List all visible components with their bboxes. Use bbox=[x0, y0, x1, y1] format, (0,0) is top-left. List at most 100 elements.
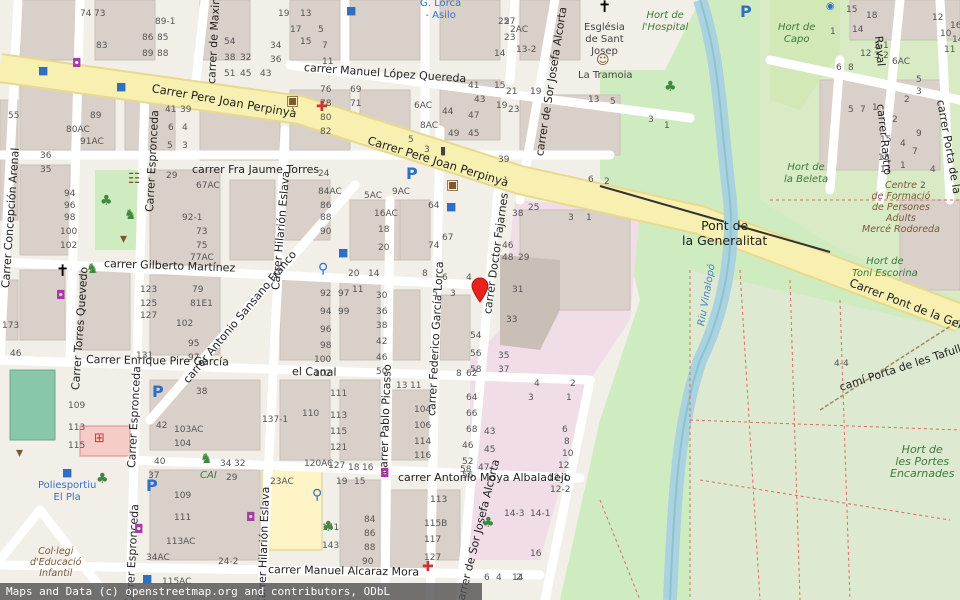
tree-icon[interactable]: ♣ bbox=[664, 80, 677, 94]
tree-icon[interactable]: ♣ bbox=[100, 194, 113, 208]
house-number: 32 bbox=[240, 53, 252, 63]
house-number: 64 bbox=[428, 201, 440, 211]
house-number: 47 bbox=[468, 111, 480, 121]
place-label: La Tramoia bbox=[578, 70, 633, 81]
house-number: 33 bbox=[506, 315, 518, 325]
picnic-icon[interactable]: ▾ bbox=[120, 232, 127, 246]
location-pin-icon[interactable] bbox=[471, 277, 489, 303]
shop-icon[interactable]: ◘ bbox=[246, 510, 256, 524]
house-number: 73 bbox=[196, 227, 208, 237]
bus-stop-icon[interactable]: ■ bbox=[338, 246, 348, 260]
pharmacy-icon[interactable]: ✚ bbox=[422, 560, 434, 574]
house-number: 15 bbox=[354, 477, 366, 487]
sports-centre-label: Poliesportiu El Pla bbox=[38, 480, 97, 503]
house-number: 18 bbox=[378, 225, 390, 235]
house-number: 16 bbox=[362, 463, 374, 473]
house-number: 56 bbox=[470, 349, 482, 359]
parking-icon[interactable]: P bbox=[146, 476, 158, 495]
house-number: 76 bbox=[320, 85, 332, 95]
house-number: 86 bbox=[320, 201, 332, 211]
house-number: 110 bbox=[302, 409, 320, 419]
house-number: 13 bbox=[300, 9, 312, 19]
bank-icon[interactable]: ▣ bbox=[446, 178, 459, 192]
house-number: 5 bbox=[318, 25, 324, 35]
house-number: 4 bbox=[496, 573, 502, 583]
bus-stop-icon[interactable]: ■ bbox=[62, 466, 72, 480]
house-number: 66 bbox=[466, 409, 478, 419]
bicycle-icon[interactable]: ⚲ bbox=[318, 262, 328, 276]
house-number: 94 bbox=[320, 307, 332, 317]
house-number: 12 bbox=[860, 49, 872, 59]
house-number: 109 bbox=[174, 491, 192, 501]
sport-icon[interactable]: ♞ bbox=[124, 208, 137, 222]
garden-label: Hort de l'Hospital bbox=[642, 10, 689, 33]
education-centre-label: Centre de Formació de Persones Adults Me… bbox=[862, 180, 940, 235]
tree-icon[interactable]: ♣ bbox=[482, 516, 495, 530]
house-number: 98 bbox=[320, 341, 332, 351]
theatre-icon[interactable]: ☺ bbox=[596, 54, 610, 68]
parking-icon[interactable]: P bbox=[406, 164, 418, 183]
house-number: 89 bbox=[90, 111, 102, 121]
picnic-icon[interactable]: ▾ bbox=[16, 446, 23, 460]
house-number: 46 bbox=[376, 353, 388, 363]
house-number: 117 bbox=[424, 535, 442, 545]
house-number: 89-1 bbox=[155, 17, 176, 27]
traffic-signal-icon[interactable]: ▮ bbox=[440, 144, 446, 158]
house-number: 1 bbox=[830, 27, 836, 37]
bank-icon[interactable]: ▣ bbox=[286, 94, 299, 108]
house-number: 37 bbox=[498, 365, 510, 375]
bicycle-icon[interactable]: ⚲ bbox=[312, 488, 322, 502]
house-number: 127 bbox=[140, 311, 158, 321]
church-icon[interactable]: ✝ bbox=[598, 0, 611, 15]
house-number: 17 bbox=[290, 25, 302, 35]
house-number: 15 bbox=[300, 37, 312, 47]
shop-icon[interactable]: ◘ bbox=[72, 56, 82, 70]
church-icon[interactable]: ✝ bbox=[56, 263, 69, 279]
house-number: 91AC bbox=[80, 137, 104, 147]
house-number: 67AC bbox=[196, 181, 220, 191]
picnic-icon[interactable]: ☷ bbox=[128, 172, 141, 186]
house-number: 75 bbox=[196, 241, 208, 251]
pharmacy-icon[interactable]: ✚ bbox=[316, 100, 328, 114]
playground-icon[interactable]: ⊞ bbox=[94, 432, 105, 446]
house-number: 113 bbox=[330, 411, 348, 421]
sport-icon[interactable]: ♞ bbox=[86, 262, 99, 276]
house-number: 83 bbox=[96, 41, 108, 51]
house-number: 19 bbox=[496, 101, 508, 111]
house-number: 34 bbox=[220, 459, 232, 469]
house-number: 95 bbox=[188, 339, 200, 349]
shop-icon[interactable]: ◘ bbox=[380, 466, 390, 480]
house-number: 3 bbox=[916, 87, 922, 97]
shop-icon[interactable]: ◘ bbox=[56, 288, 66, 302]
house-number: 1 bbox=[586, 213, 592, 223]
house-number: 6 bbox=[562, 425, 568, 435]
house-number: 120AC bbox=[304, 459, 334, 469]
house-number: 13 bbox=[588, 95, 600, 105]
house-number: 143 bbox=[322, 541, 340, 551]
house-number: 29 bbox=[226, 473, 238, 483]
house-number: 24-2 bbox=[218, 557, 239, 567]
house-number: 7 bbox=[322, 41, 328, 51]
shop-icon[interactable]: ◘ bbox=[134, 522, 144, 536]
map-canvas[interactable]: 74 73 83 86 85 89 88 89-1 55 89 80AC 91AC 41 39 6 4 5 3 36… bbox=[0, 0, 960, 600]
fountain-icon[interactable]: ◉ bbox=[826, 0, 835, 14]
bus-stop-icon[interactable]: ■ bbox=[446, 200, 456, 214]
parking-icon[interactable]: P bbox=[152, 382, 164, 401]
sport-icon[interactable]: ♞ bbox=[200, 452, 213, 466]
house-number: 4 bbox=[182, 123, 188, 133]
street-label: Raval bbox=[872, 35, 888, 67]
house-number: 6 bbox=[588, 175, 594, 185]
house-number: 23 bbox=[508, 105, 520, 115]
bus-stop-icon[interactable]: ■ bbox=[346, 4, 356, 18]
house-number: 14-3 bbox=[504, 509, 525, 519]
parking-icon[interactable]: P bbox=[740, 2, 752, 21]
house-number: 20 bbox=[378, 243, 390, 253]
house-number: 7 bbox=[860, 105, 866, 115]
map-attribution[interactable]: Maps and Data (c) openstreetmap.org and … bbox=[0, 583, 482, 600]
tree-icon[interactable]: ♣ bbox=[96, 472, 109, 486]
house-number: 38 bbox=[224, 53, 236, 63]
house-number: 23AC bbox=[270, 477, 294, 487]
bus-stop-icon[interactable]: ■ bbox=[116, 80, 126, 94]
bus-stop-icon[interactable]: ■ bbox=[38, 64, 48, 78]
tree-icon[interactable]: ♣ bbox=[322, 520, 335, 534]
